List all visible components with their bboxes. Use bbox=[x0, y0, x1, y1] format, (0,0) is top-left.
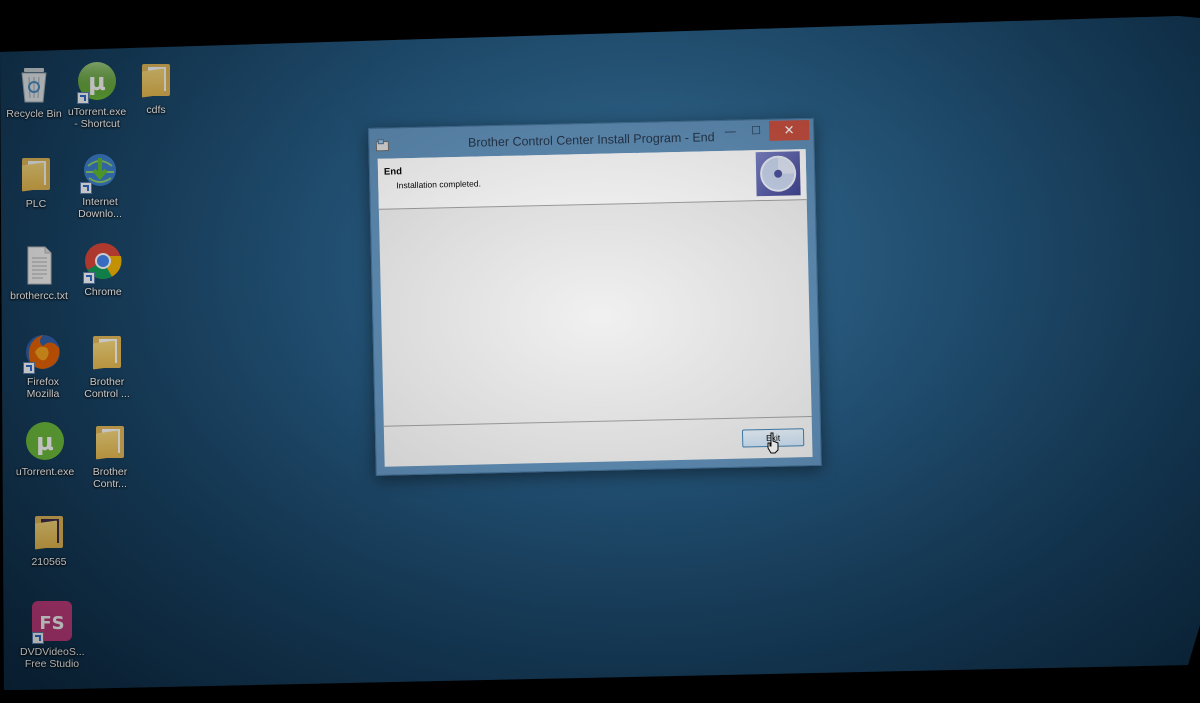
folder-icon bbox=[88, 420, 132, 464]
folder-icon bbox=[85, 330, 129, 374]
chrome-icon bbox=[81, 240, 125, 284]
svg-text:µ: µ bbox=[36, 428, 54, 456]
window-titlebar[interactable]: Brother Control Center Install Program -… bbox=[369, 119, 814, 161]
desktop-background: Recycle Bin µ uTorrent.exe - Shortcut cd… bbox=[0, 16, 1200, 690]
desktop-icon-label: Firefox Mozilla bbox=[26, 376, 60, 400]
desktop-icon-label: brothercc.txt bbox=[10, 290, 68, 302]
desktop-icon-label: uTorrent.exe bbox=[15, 466, 75, 478]
utorrent-icon: µ bbox=[75, 60, 119, 104]
desktop-icon-utorrent[interactable]: µ uTorrent.exe bbox=[13, 420, 77, 478]
recycle-bin-icon bbox=[12, 62, 56, 106]
firefox-icon bbox=[21, 330, 65, 374]
mouse-cursor-icon bbox=[767, 432, 779, 454]
text-file-icon bbox=[17, 244, 61, 288]
desktop-icon-label: Brother Control ... bbox=[84, 376, 130, 400]
shortcut-arrow-icon bbox=[23, 362, 35, 374]
svg-text:µ: µ bbox=[88, 68, 106, 96]
desktop-icon-firefox[interactable]: Firefox Mozilla bbox=[11, 330, 75, 400]
desktop-icon-label: 210565 bbox=[31, 556, 67, 568]
close-button[interactable]: ✕ bbox=[768, 119, 810, 141]
footer-divider bbox=[383, 416, 812, 427]
desktop-icon-plc[interactable]: PLC bbox=[4, 152, 68, 210]
installer-window: Brother Control Center Install Program -… bbox=[368, 117, 822, 476]
desktop-icon-label: PLC bbox=[25, 198, 47, 210]
maximize-button[interactable]: ☐ bbox=[743, 121, 769, 142]
exit-button[interactable]: Exit bbox=[741, 428, 805, 448]
header-subtitle: Installation completed. bbox=[396, 178, 481, 191]
desktop-icon-utorrent-shortcut[interactable]: µ uTorrent.exe - Shortcut bbox=[65, 60, 129, 130]
desktop-icon-brother-contr[interactable]: Brother Contr... bbox=[78, 420, 142, 490]
desktop-icon-cdfs[interactable]: cdfs bbox=[124, 58, 188, 116]
shortcut-arrow-icon bbox=[77, 92, 89, 104]
desktop-icon-internet-download-manager[interactable]: Internet Downlo... bbox=[68, 150, 132, 220]
desktop-icon-dvdvideosoft[interactable]: FS DVDVideoS... Free Studio bbox=[20, 600, 85, 670]
desktop-icon-label: Brother Contr... bbox=[92, 466, 128, 490]
internet-download-manager-icon bbox=[78, 150, 122, 194]
desktop-icon-label: cdfs bbox=[146, 104, 166, 116]
svg-text:FS: FS bbox=[39, 613, 64, 634]
window-client-area: End Installation completed. Exit bbox=[377, 149, 813, 467]
desktop-icon-label: Chrome bbox=[84, 286, 122, 298]
desktop-icon-210565[interactable]: 210565 bbox=[17, 510, 81, 568]
shortcut-arrow-icon bbox=[32, 632, 44, 644]
desktop-icon-label: uTorrent.exe - Shortcut bbox=[67, 106, 127, 130]
window-title: Brother Control Center Install Program -… bbox=[467, 130, 715, 150]
desktop-icon-brothercc-txt[interactable]: brothercc.txt bbox=[7, 244, 71, 302]
folder-icon bbox=[27, 510, 71, 554]
app-icon bbox=[375, 139, 390, 153]
cd-disc-icon bbox=[755, 151, 801, 197]
desktop-icon-label: Recycle Bin bbox=[6, 108, 62, 120]
desktop-icon-brother-control-folder[interactable]: Brother Control ... bbox=[75, 330, 139, 400]
desktop-icon-chrome[interactable]: Chrome bbox=[71, 240, 135, 298]
desktop-icon-label: Internet Downlo... bbox=[78, 196, 122, 220]
header-title: End bbox=[383, 166, 403, 178]
desktop-icon-label: DVDVideoS... Free Studio bbox=[20, 646, 85, 670]
shortcut-arrow-icon bbox=[83, 272, 95, 284]
shortcut-arrow-icon bbox=[80, 182, 92, 194]
utorrent-icon: µ bbox=[23, 420, 67, 464]
folder-icon bbox=[134, 58, 178, 102]
desktop-icon-recycle-bin[interactable]: Recycle Bin bbox=[2, 62, 66, 120]
folder-icon bbox=[14, 152, 58, 196]
dvdvideosoft-icon: FS bbox=[30, 600, 74, 644]
header-panel: End Installation completed. bbox=[377, 149, 807, 210]
minimize-button[interactable]: — bbox=[717, 121, 743, 142]
